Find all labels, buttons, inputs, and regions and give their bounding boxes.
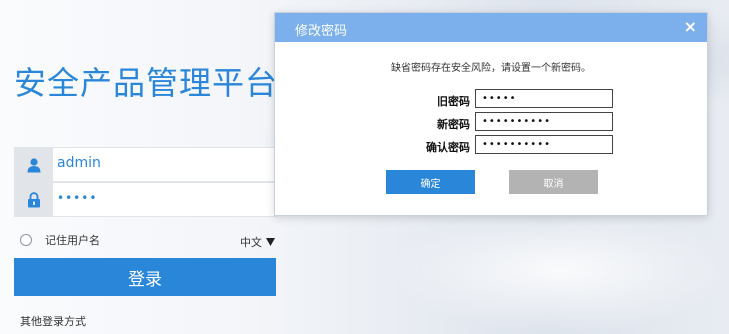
language-value: 中文 [240,236,262,249]
cancel-button[interactable]: 取消 [509,170,598,194]
remember-radio[interactable] [20,234,32,246]
other-login-link[interactable]: 其他登录方式 [20,313,86,329]
dialog-title: 修改密码 [295,24,348,39]
language-select[interactable]: 中文 [240,234,275,250]
confirm-button[interactable]: 确定 [386,170,475,194]
close-icon[interactable]: × [684,17,697,36]
username-value[interactable]: admin [57,155,101,171]
password-field[interactable]: ••••• [14,182,278,217]
new-password-input[interactable]: •••••••••• [475,112,613,131]
remember-username[interactable]: 记住用户名 [20,232,100,248]
lock-icon [15,183,53,216]
username-field[interactable]: admin [14,147,278,182]
old-password-input[interactable]: ••••• [475,89,613,108]
page-title: 安全产品管理平台 [14,64,279,102]
user-icon [15,148,53,181]
confirm-password-label: 确认密码 [426,141,470,154]
confirm-password-input[interactable]: •••••••••• [475,135,613,154]
change-password-dialog: 修改密码 × 缺省密码存在安全风险，请设置一个新密码。 旧密码 ••••• 新密… [274,12,708,216]
login-button[interactable]: 登录 [14,258,276,296]
new-password-label: 新密码 [437,118,470,131]
dialog-header: 修改密码 × [275,13,707,42]
remember-label: 记住用户名 [45,234,100,247]
caret-down-icon [266,236,275,249]
old-password-label: 旧密码 [437,95,470,108]
password-value[interactable]: ••••• [57,191,97,205]
dialog-message: 缺省密码存在安全风险，请设置一个新密码。 [391,63,591,74]
